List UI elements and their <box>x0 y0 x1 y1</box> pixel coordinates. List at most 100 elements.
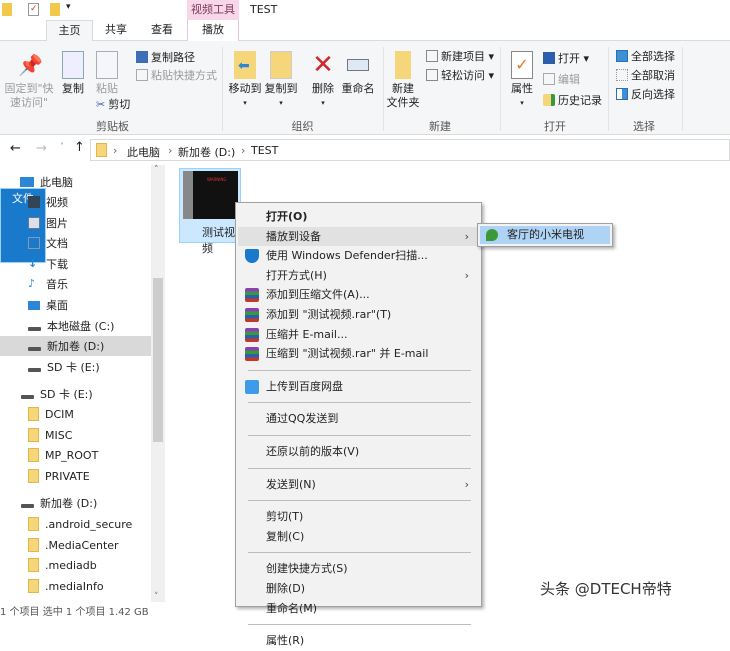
download-arrow-icon: ↓ <box>28 257 38 270</box>
menu-item-compress-email[interactable]: 压缩并 E-mail... <box>238 325 479 345</box>
new-folder-button[interactable]: 新建 文件夹 <box>386 51 420 110</box>
open-button[interactable]: 打开 ▾ <box>543 50 589 66</box>
submenu-item-xiaomi-tv[interactable]: 客厅的小米电视 <box>480 226 610 244</box>
nav-folder[interactable]: .MediaCenter <box>28 535 119 555</box>
properties-button[interactable]: ✓ 属性 ▾ <box>507 51 537 110</box>
invert-selection-icon <box>616 88 628 100</box>
winrar-icon <box>245 307 259 322</box>
nav-item-desktop[interactable]: 桌面 <box>28 295 68 315</box>
group-label-select: 选择 <box>633 120 655 133</box>
copy-button[interactable]: 复制 <box>58 51 88 96</box>
nav-item-drive-d-root[interactable]: 新加卷 (D:) <box>21 493 97 513</box>
menu-item-rename[interactable]: 重命名(M) <box>238 599 479 619</box>
menu-item-delete[interactable]: 删除(D) <box>238 579 479 599</box>
file-item-video[interactable]: WARNING 测试视频 <box>179 168 241 255</box>
menu-item-defender-scan[interactable]: 使用 Windows Defender扫描... <box>238 246 479 266</box>
menu-item-baidu-upload[interactable]: 上传到百度网盘 <box>238 377 479 397</box>
group-divider <box>222 47 223 131</box>
paste-button[interactable]: 粘贴 <box>92 51 122 96</box>
breadcrumb-test[interactable]: TEST <box>251 144 278 157</box>
menu-item-properties[interactable]: 属性(R) <box>238 631 479 651</box>
back-arrow-icon[interactable]: ← <box>10 141 21 156</box>
select-none-button[interactable]: 全部取消 <box>616 67 675 83</box>
pin-quick-access-button[interactable]: 📌 固定到"快速访问" <box>4 51 54 110</box>
rename-button[interactable]: 重命名 <box>340 51 376 96</box>
cut-button[interactable]: ✂ 剪切 <box>96 96 130 112</box>
nav-item-music[interactable]: ♪ 音乐 <box>28 274 68 294</box>
nav-item-drive-c[interactable]: 本地磁盘 (C:) <box>28 316 114 336</box>
folder-icon <box>28 469 39 483</box>
delete-button[interactable]: ✕ 删除 ▾ <box>308 51 338 110</box>
breadcrumb-drive-d[interactable]: 新加卷 (D:) <box>178 144 235 160</box>
forward-arrow-icon[interactable]: → <box>36 141 47 156</box>
nav-item-this-pc[interactable]: 此电脑 <box>20 172 73 192</box>
select-all-icon <box>616 50 628 62</box>
tab-play[interactable]: 播放 <box>187 20 239 41</box>
breadcrumb-this-pc[interactable]: 此电脑 <box>127 144 160 160</box>
folder-icon <box>28 448 39 462</box>
menu-item-copy[interactable]: 复制(C) <box>238 527 479 547</box>
video-tools-tab-group: 视频工具 <box>187 0 239 20</box>
tab-view[interactable]: 查看 <box>139 20 185 41</box>
tab-home[interactable]: 主页 <box>46 20 93 42</box>
select-all-button[interactable]: 全部选择 <box>616 48 675 64</box>
scroll-up-icon[interactable]: ˄ <box>154 165 159 175</box>
nav-item-documents[interactable]: 文档 <box>28 233 68 253</box>
copy-to-icon <box>270 51 292 79</box>
menu-item-add-to-archive[interactable]: 添加到压缩文件(A)... <box>238 285 479 305</box>
nav-item-drive-d[interactable]: 新加卷 (D:) <box>0 336 152 356</box>
invert-selection-button[interactable]: 反向选择 <box>616 86 675 102</box>
drive-icon <box>21 395 34 399</box>
delete-x-icon: ✕ <box>312 50 334 80</box>
scroll-down-icon[interactable]: ˅ <box>154 592 159 602</box>
menu-item-send-to[interactable]: 发送到(N) › <box>238 475 479 495</box>
tab-share[interactable]: 共享 <box>93 20 139 41</box>
nav-folder[interactable]: PRIVATE <box>28 466 90 486</box>
new-item-button[interactable]: 新建项目 ▾ <box>426 48 494 64</box>
move-to-button[interactable]: ⬅ 移动到 ▾ <box>228 51 262 110</box>
menu-item-open[interactable]: 打开(O) <box>238 207 479 227</box>
nav-item-pictures[interactable]: 图片 <box>28 213 68 233</box>
nav-folder[interactable]: MISC <box>28 425 72 445</box>
menu-item-cut[interactable]: 剪切(T) <box>238 507 479 527</box>
menu-item-restore-versions[interactable]: 还原以前的版本(V) <box>238 442 479 462</box>
menu-item-create-shortcut[interactable]: 创建快捷方式(S) <box>238 559 479 579</box>
menu-item-compress-rar-email[interactable]: 压缩到 "测试视频.rar" 并 E-mail <box>238 344 479 364</box>
nav-folder[interactable]: .mediadb <box>28 555 97 575</box>
recent-chevron-down-icon[interactable]: ˅ <box>60 142 64 151</box>
move-to-icon: ⬅ <box>234 51 256 79</box>
nav-folder[interactable]: DCIM <box>28 404 74 424</box>
nav-folder[interactable]: .mediaInfo <box>28 576 104 596</box>
edit-button[interactable]: 编辑 <box>543 71 580 87</box>
paste-shortcut-button[interactable]: 粘贴快捷方式 <box>136 67 217 83</box>
select-none-icon <box>616 69 628 81</box>
nav-folder[interactable]: .android_secure <box>28 514 132 534</box>
nav-folder[interactable]: MP_ROOT <box>28 445 98 465</box>
address-bar[interactable]: › 此电脑 › 新加卷 (D:) › TEST <box>90 139 730 161</box>
ribbon: 📌 固定到"快速访问" 复制 粘贴 复制路径 粘贴快捷方式 ✂ 剪切 剪贴板 ⬅ 移动… <box>0 41 730 135</box>
group-divider <box>682 47 683 131</box>
drive-icon <box>21 504 34 508</box>
menu-item-add-to-rar[interactable]: 添加到 "测试视频.rar"(T) <box>238 305 479 325</box>
copy-to-button[interactable]: 复制到 ▾ <box>264 51 298 110</box>
up-arrow-icon[interactable]: ↑ <box>74 140 85 155</box>
copy-path-button[interactable]: 复制路径 <box>136 49 195 65</box>
quick-access-dropdown-icon[interactable]: ▾ <box>66 2 71 12</box>
music-note-icon: ♪ <box>28 277 36 290</box>
new-folder-quick-icon[interactable] <box>50 3 60 16</box>
group-label-clipboard: 剪贴板 <box>96 120 129 133</box>
copy-icon <box>62 51 84 79</box>
folder-icon <box>28 579 39 593</box>
easy-access-button[interactable]: 轻松访问 ▾ <box>426 67 494 83</box>
nav-item-sd-card-root[interactable]: SD 卡 (E:) <box>21 384 93 404</box>
scrollbar-thumb[interactable] <box>153 278 163 442</box>
winrar-icon <box>245 288 259 303</box>
menu-item-open-with[interactable]: 打开方式(H) › <box>238 266 479 286</box>
history-button[interactable]: 历史记录 <box>543 92 602 108</box>
menu-item-send-via-qq[interactable]: 通过QQ发送到 <box>238 409 479 429</box>
nav-item-downloads[interactable]: ↓ 下载 <box>28 254 68 274</box>
menu-item-cast-to-device[interactable]: 播放到设备 › <box>238 226 479 247</box>
nav-item-videos[interactable]: 视频 <box>28 192 68 212</box>
nav-item-sd-card[interactable]: SD 卡 (E:) <box>28 357 100 377</box>
properties-quick-icon[interactable]: ✓ <box>28 3 39 16</box>
